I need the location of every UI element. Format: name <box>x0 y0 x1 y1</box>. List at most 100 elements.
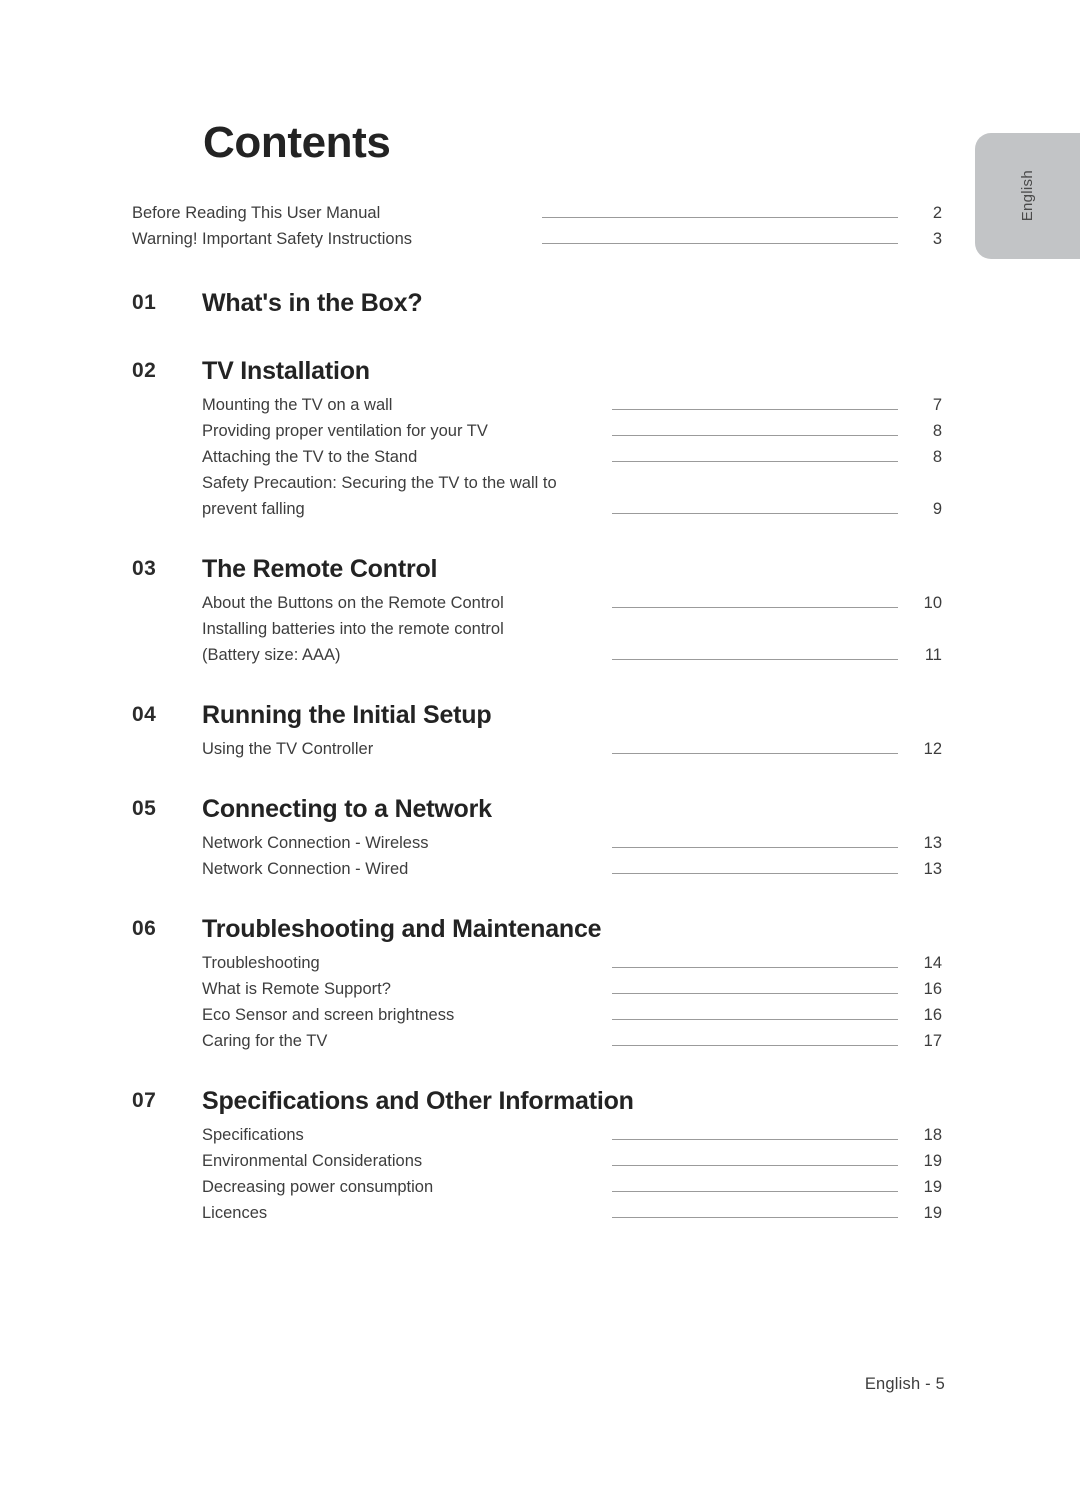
toc-section: 06 Troubleshooting and Maintenance Trouble… <box>132 912 942 1054</box>
toc-section-title[interactable]: Specifications and Other Information <box>202 1084 942 1118</box>
toc-leader-line <box>612 487 898 488</box>
toc-entry-label-cell: Network Connection - Wired <box>202 856 602 882</box>
toc-entry-label-cell: Caring for the TV <box>202 1028 602 1054</box>
toc-entry-label: Eco Sensor and screen brightness <box>202 1006 455 1024</box>
toc-entry[interactable]: Network Connection - Wired 13 <box>202 856 942 882</box>
toc-leader-line <box>612 633 898 634</box>
toc-leader-line <box>612 409 898 410</box>
toc-section: 01 What's in the Box? <box>132 286 942 324</box>
toc-entry-label: Decreasing power consumption <box>202 1178 434 1196</box>
toc-entry[interactable]: Using the TV Controller 12 <box>202 736 942 762</box>
toc-entry-label: Caring for the TV <box>202 1032 328 1050</box>
toc-section: 04 Running the Initial Setup Using the TV … <box>132 698 942 762</box>
toc-entry[interactable]: Before Reading This User Manual 2 <box>132 200 942 226</box>
toc-entry-label-cell: Troubleshooting <box>202 950 602 976</box>
page-title: Contents <box>203 118 391 167</box>
toc-section-title[interactable]: The Remote Control <box>202 552 942 586</box>
language-side-tab: English <box>975 133 1080 259</box>
toc-entry-label: Network Connection - Wireless <box>202 834 429 852</box>
toc-entry-page-number: 16 <box>923 1006 942 1024</box>
toc-section-title[interactable]: Troubleshooting and Maintenance <box>202 912 942 946</box>
toc-section-body: Troubleshooting and Maintenance Troublesh… <box>202 912 942 1054</box>
toc-entry-label-cell: Installing batteries into the remote con… <box>202 616 602 642</box>
toc-entry[interactable]: Environmental Considerations 19 <box>202 1148 942 1174</box>
toc-section: 03 The Remote Control About the Buttons on… <box>132 552 942 668</box>
toc-entry-page-number: 17 <box>923 1032 942 1050</box>
toc-entry-page-number: 10 <box>923 594 942 612</box>
toc-section-title[interactable]: Running the Initial Setup <box>202 698 942 732</box>
toc-section-number: 06 <box>132 917 157 940</box>
toc-entry-label: Using the TV Controller <box>202 740 374 758</box>
toc-entry[interactable]: Installing batteries into the remote con… <box>202 616 942 642</box>
toc-leader-line <box>542 243 898 244</box>
toc-entry-page-number: 8 <box>932 448 942 466</box>
toc-entry-page-number: 19 <box>923 1178 942 1196</box>
toc-entry-label: (Battery size: AAA) <box>202 646 341 664</box>
toc-entry-label: Licences <box>202 1204 268 1222</box>
toc-section-number: 04 <box>132 703 157 726</box>
page-footer: English - 5 <box>864 1375 945 1393</box>
toc-entry-label-cell: Network Connection - Wireless <box>202 830 602 856</box>
toc-section-body: Connecting to a Network Network Connectio… <box>202 792 942 882</box>
toc-entry[interactable]: Licences 19 <box>202 1200 942 1226</box>
toc-entry[interactable]: Providing proper ventilation for your TV… <box>202 418 942 444</box>
toc-section: 02 TV Installation Mounting the TV on a wa… <box>132 354 942 522</box>
toc-entry-label-cell: Specifications <box>202 1122 602 1148</box>
toc-leader-line <box>612 1139 898 1140</box>
toc-entry-label: Mounting the TV on a wall <box>202 396 393 414</box>
toc-section-title[interactable]: Connecting to a Network <box>202 792 942 826</box>
toc-entry-label: What is Remote Support? <box>202 980 391 998</box>
toc-entry-label-cell: Mounting the TV on a wall <box>202 392 602 418</box>
toc-leader-line <box>612 607 898 608</box>
toc-entry-page-number: 13 <box>923 834 942 852</box>
toc-entry[interactable]: Mounting the TV on a wall 7 <box>202 392 942 418</box>
toc-entry-page-number: 2 <box>932 204 942 222</box>
toc-leader-line <box>542 217 898 218</box>
toc-entry[interactable]: About the Buttons on the Remote Control 1… <box>202 590 942 616</box>
toc-entry[interactable]: prevent falling 9 <box>202 496 942 522</box>
toc-entry-label-cell: Attaching the TV to the Stand <box>202 444 602 470</box>
toc-section-title[interactable]: TV Installation <box>202 354 942 388</box>
toc-entry-label-cell: prevent falling <box>202 496 602 522</box>
toc-entry[interactable]: Caring for the TV 17 <box>202 1028 942 1054</box>
toc-entry[interactable]: Safety Precaution: Securing the TV to th… <box>202 470 942 496</box>
toc-entry-label-cell: Safety Precaution: Securing the TV to th… <box>202 470 602 496</box>
toc-entry-label: Troubleshooting <box>202 954 320 972</box>
toc-entry-label: Specifications <box>202 1126 304 1144</box>
toc-leader-line <box>612 1217 898 1218</box>
toc-leader-line <box>612 1191 898 1192</box>
toc-entry[interactable]: Attaching the TV to the Stand 8 <box>202 444 942 470</box>
toc-leader-line <box>612 435 898 436</box>
toc-section-number: 03 <box>132 557 157 580</box>
document-page: English Contents Before Reading This Use… <box>0 0 1080 1494</box>
toc-entry[interactable]: (Battery size: AAA) 11 <box>202 642 942 668</box>
toc-leader-line <box>612 847 898 848</box>
toc-entry[interactable]: Specifications 18 <box>202 1122 942 1148</box>
toc-entry[interactable]: Decreasing power consumption 19 <box>202 1174 942 1200</box>
toc-entry-label-cell: Decreasing power consumption <box>202 1174 602 1200</box>
toc-entry-page-number: 11 <box>924 646 942 664</box>
toc-section-number: 07 <box>132 1089 157 1112</box>
toc-section-body: The Remote Control About the Buttons on t… <box>202 552 942 668</box>
toc-entry[interactable]: What is Remote Support? 16 <box>202 976 942 1002</box>
toc-preamble: Before Reading This User Manual 2 Warning!… <box>132 200 942 252</box>
toc-leader-line <box>612 873 898 874</box>
toc-entry-page-number: 12 <box>923 740 942 758</box>
toc-entry-page-number: 14 <box>923 954 942 972</box>
toc-entry[interactable]: Troubleshooting 14 <box>202 950 942 976</box>
toc-entry-page-number: 19 <box>923 1152 942 1170</box>
toc-section-body: What's in the Box? <box>202 286 942 324</box>
toc-entry[interactable]: Network Connection - Wireless 13 <box>202 830 942 856</box>
toc-entry-label: Safety Precaution: Securing the TV to th… <box>202 474 557 492</box>
toc-entry-page-number: 16 <box>923 980 942 998</box>
toc-entry-label-cell: About the Buttons on the Remote Control <box>202 590 602 616</box>
toc-entry[interactable]: Eco Sensor and screen brightness 16 <box>202 1002 942 1028</box>
toc-section-body: TV Installation Mounting the TV on a wall… <box>202 354 942 522</box>
toc-leader-line <box>612 993 898 994</box>
toc-entry-label-cell: Eco Sensor and screen brightness <box>202 1002 602 1028</box>
table-of-contents: Before Reading This User Manual 2 Warning!… <box>132 200 942 1256</box>
toc-entry[interactable]: Warning! Important Safety Instructions 3 <box>132 226 942 252</box>
toc-sections: 01 What's in the Box? 02 TV Installation Mou… <box>132 286 942 1226</box>
toc-section-title[interactable]: What's in the Box? <box>202 286 942 320</box>
toc-section-number: 05 <box>132 797 157 820</box>
